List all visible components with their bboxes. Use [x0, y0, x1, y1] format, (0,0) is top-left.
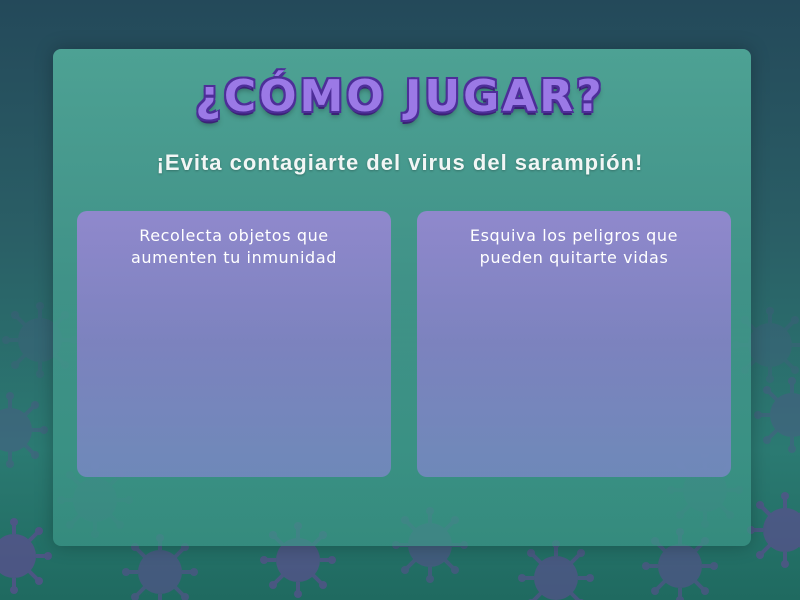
page-title: ¿CÓMO JUGAR?: [195, 71, 605, 122]
subtitle: ¡Evita contagiarte del virus del sarampi…: [156, 150, 644, 175]
instruction-text-dodge: Esquiva los peligros que pueden quitarte…: [469, 226, 679, 267]
virus-icon: [745, 490, 800, 570]
virus-icon: [752, 375, 800, 455]
instruction-text-collect: Recolecta objetos que aumenten tu inmuni…: [131, 226, 337, 267]
instruction-card-dodge: Esquiva los peligros que pueden quitarte…: [417, 211, 731, 477]
virus-icon: [0, 390, 50, 470]
virus-icon: [0, 516, 54, 596]
virus-icon: [516, 538, 596, 600]
instruction-card-collect: Recolecta objetos que aumenten tu inmuni…: [77, 211, 391, 477]
